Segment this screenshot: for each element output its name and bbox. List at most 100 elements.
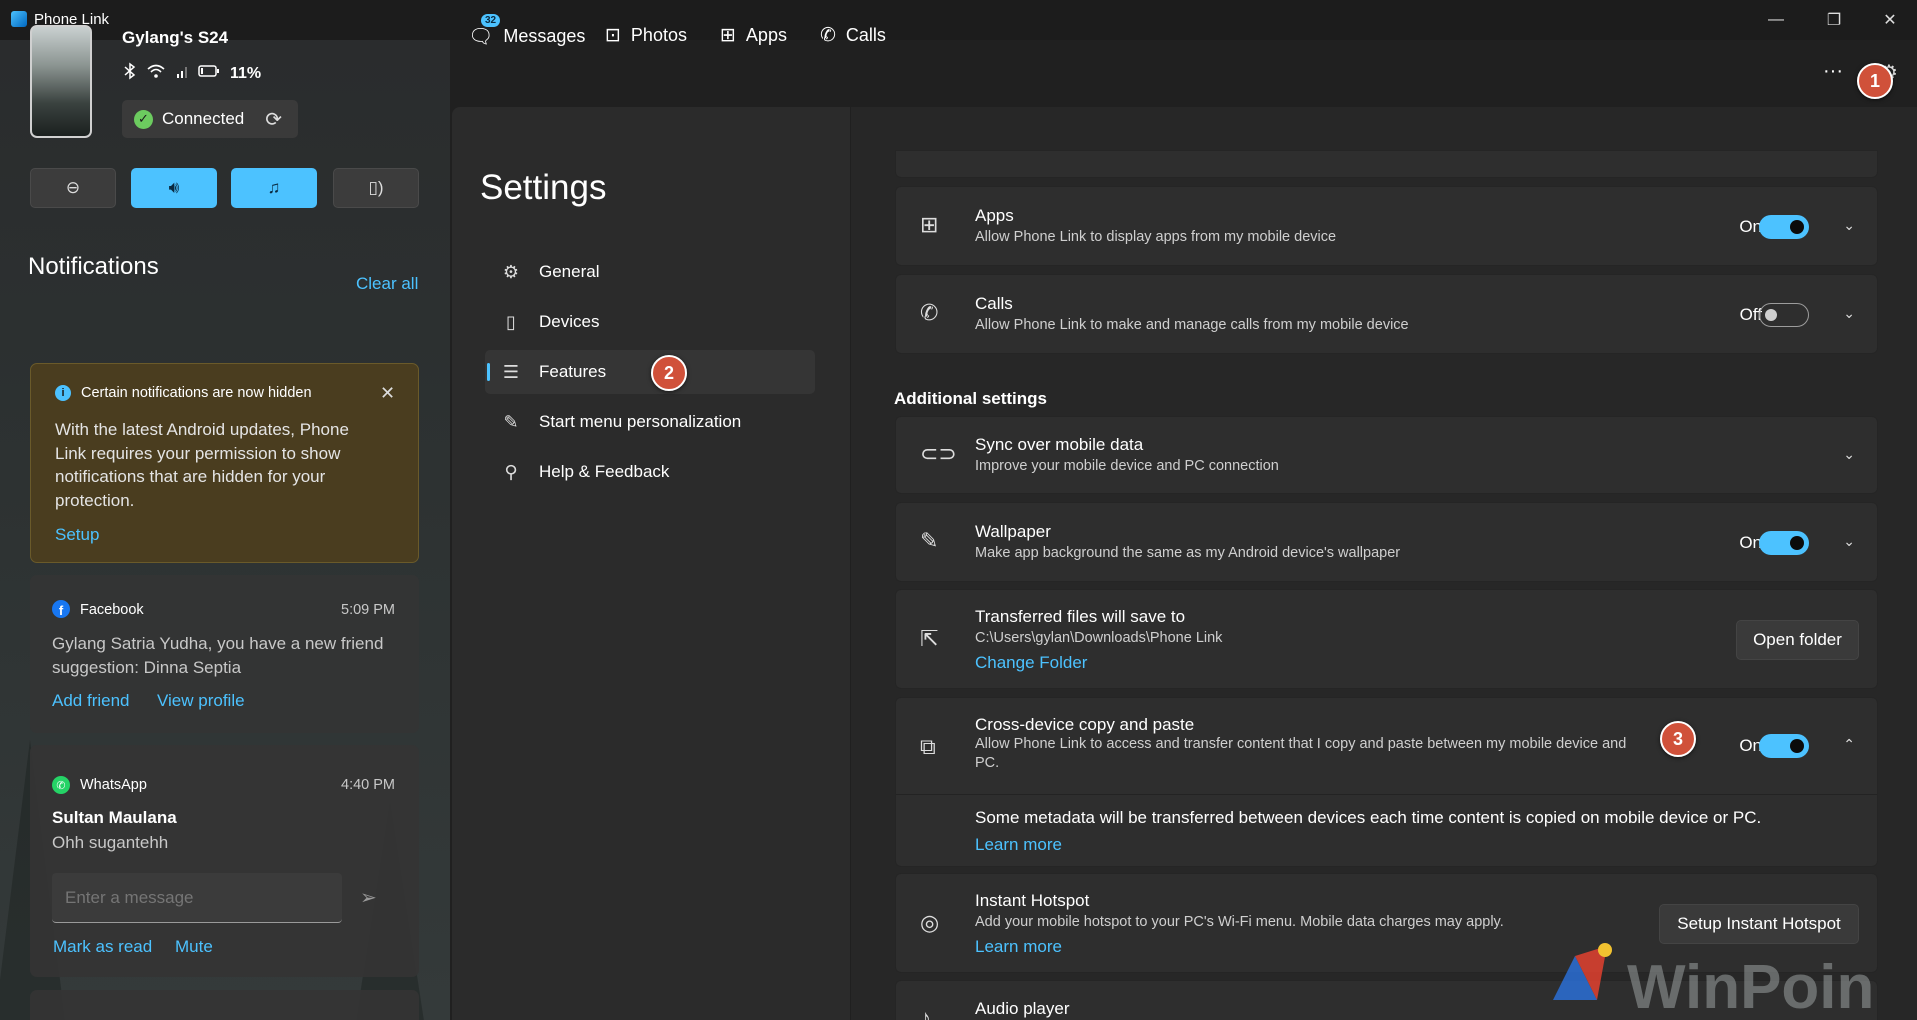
whatsapp-time: 4:40 PM <box>341 777 395 793</box>
facebook-time: 5:09 PM <box>341 602 395 618</box>
phone-link-app-icon <box>11 11 27 27</box>
apps-icon: ⊞ <box>720 25 736 46</box>
connection-status[interactable]: ✓ Connected ⟳ <box>122 100 298 138</box>
pen-icon: ✎ <box>503 411 519 432</box>
previous-setting-row <box>895 150 1878 178</box>
chevron-down-icon[interactable]: ⌄ <box>1843 533 1855 550</box>
mute-link[interactable]: Mute <box>175 937 213 957</box>
setup-link[interactable]: Setup <box>55 525 99 545</box>
notifications-title: Notifications <box>28 253 159 280</box>
apps-toggle[interactable] <box>1759 215 1809 239</box>
annotation-marker-2: 2 <box>651 355 687 391</box>
link-icon: ⊂⊃ <box>920 441 957 466</box>
send-icon[interactable]: ➢ <box>360 885 377 910</box>
wallpaper-setting-row[interactable]: ✎ Wallpaper Make app background the same… <box>895 502 1878 582</box>
warning-title: Certain notifications are now hidden <box>81 385 312 401</box>
nav-features[interactable]: ☰ Features <box>485 350 815 394</box>
apps-setting-title: Apps <box>975 206 1014 225</box>
sync-setting-title: Sync over mobile data <box>975 435 1144 454</box>
share-folder-icon: ⇱ <box>920 626 939 651</box>
sync-setting-row[interactable]: ⊂⊃ Sync over mobile data Improve your mo… <box>895 416 1878 494</box>
wallpaper-setting-title: Wallpaper <box>975 522 1051 541</box>
crossdevice-learn-more-link[interactable]: Learn more <box>975 835 1062 855</box>
nav-help[interactable]: ⚲ Help & Feedback <box>485 450 815 494</box>
crossdevice-toggle[interactable] <box>1759 734 1809 758</box>
nav-devices-label: Devices <box>539 312 600 331</box>
tab-calls[interactable]: ✆ Calls <box>820 24 886 47</box>
crossdevice-detail: Some metadata will be transferred betwee… <box>975 808 1762 827</box>
add-friend-link[interactable]: Add friend <box>52 691 130 711</box>
battery-icon <box>198 64 220 83</box>
clear-all-link[interactable]: Clear all <box>356 274 418 294</box>
battery-percentage: 11% <box>230 64 262 82</box>
wallpaper-setting-desc: Make app background the same as my Andro… <box>975 545 1401 561</box>
hotspot-setting-title: Instant Hotspot <box>975 891 1090 910</box>
transfer-setting-title: Transferred files will save to <box>975 607 1186 626</box>
music-button[interactable]: ♫ <box>231 168 317 208</box>
close-button[interactable]: ✕ <box>1862 0 1917 40</box>
connection-label: Connected <box>162 109 245 128</box>
dismiss-warning-close-icon[interactable]: ✕ <box>380 383 395 404</box>
additional-settings-header: Additional settings <box>894 389 1047 408</box>
features-list-icon: ☰ <box>502 361 520 382</box>
wallpaper-toggle[interactable] <box>1759 531 1809 555</box>
signal-icon <box>176 64 188 83</box>
chevron-down-icon[interactable]: ⌄ <box>1843 217 1855 234</box>
reply-message-input[interactable] <box>52 873 342 923</box>
transfer-path: C:\Users\gylan\Downloads\Phone Link <box>975 630 1223 646</box>
copy-icon: ⧉ <box>920 734 936 759</box>
nav-general[interactable]: ⚙ General <box>485 250 815 294</box>
tab-photos[interactable]: ⊡ Photos <box>605 24 687 47</box>
crossdevice-setting-title: Cross-device copy and paste <box>975 715 1195 734</box>
info-icon: i <box>55 385 71 401</box>
maximize-button[interactable]: ❐ <box>1806 0 1862 40</box>
row-divider <box>896 794 1877 795</box>
phone-call-icon: ✆ <box>920 300 939 325</box>
audio-button[interactable]: 🔊︎ <box>131 168 217 208</box>
tab-apps[interactable]: ⊞ Apps <box>720 24 787 47</box>
open-folder-button[interactable]: Open folder <box>1736 620 1859 660</box>
more-options-button[interactable]: ··· <box>1823 60 1843 83</box>
calls-toggle[interactable] <box>1759 303 1809 327</box>
tab-photos-label: Photos <box>630 25 687 45</box>
apps-grid-icon: ⊞ <box>920 212 939 237</box>
music-icon: ♫ <box>267 178 281 197</box>
device-status-row: 11% <box>124 62 261 85</box>
whatsapp-icon: ✆ <box>52 776 70 794</box>
change-folder-link[interactable]: Change Folder <box>975 653 1087 673</box>
nav-general-label: General <box>539 262 600 281</box>
chevron-up-icon[interactable]: ⌃ <box>1843 736 1855 753</box>
calls-setting-row[interactable]: ✆ Calls Allow Phone Link to make and man… <box>895 274 1878 354</box>
chevron-down-icon[interactable]: ⌄ <box>1843 446 1855 463</box>
facebook-icon: f <box>52 600 70 618</box>
view-profile-link[interactable]: View profile <box>157 691 245 711</box>
crossdevice-setting-desc: Allow Phone Link to access and transfer … <box>975 736 1627 752</box>
tab-messages[interactable]: 🗨︎ 32 Messages <box>468 14 586 49</box>
next-notification-card[interactable] <box>30 990 419 1020</box>
nav-start-menu[interactable]: ✎ Start menu personalization <box>485 400 815 444</box>
selection-indicator <box>487 363 490 381</box>
help-feedback-icon: ⚲ <box>504 461 518 482</box>
minimize-button[interactable]: — <box>1748 0 1804 40</box>
do-not-disturb-button[interactable]: ⊖ <box>30 168 116 208</box>
apps-setting-row[interactable]: ⊞ Apps Allow Phone Link to display apps … <box>895 186 1878 266</box>
device-name: Gylang's S24 <box>122 28 229 47</box>
phone-audio-button[interactable]: ▯) <box>333 168 419 208</box>
chevron-down-icon[interactable]: ⌄ <box>1843 305 1855 322</box>
phone-device-icon: ▯ <box>506 311 516 332</box>
mark-as-read-link[interactable]: Mark as read <box>53 937 152 957</box>
gear-icon: ⚙ <box>502 261 520 282</box>
nav-devices[interactable]: ▯ Devices <box>485 300 815 344</box>
wifi-icon <box>146 63 166 84</box>
tab-calls-label: Calls <box>845 25 886 45</box>
cross-device-copy-row[interactable]: ⧉ Cross-device copy and paste Allow Phon… <box>895 697 1878 867</box>
hotspot-learn-more-link[interactable]: Learn more <box>975 937 1062 957</box>
tab-apps-label: Apps <box>745 25 787 45</box>
tab-messages-label: Messages <box>503 26 586 46</box>
crossdevice-setting-desc-2: PC. <box>975 755 1000 771</box>
whatsapp-message: Ohh sugantehh <box>52 833 169 852</box>
refresh-icon[interactable]: ⟳ <box>265 107 282 132</box>
audio-setting-title: Audio player <box>975 999 1070 1018</box>
brush-icon: ✎ <box>920 528 939 553</box>
phone-icon: ✆ <box>820 25 836 46</box>
